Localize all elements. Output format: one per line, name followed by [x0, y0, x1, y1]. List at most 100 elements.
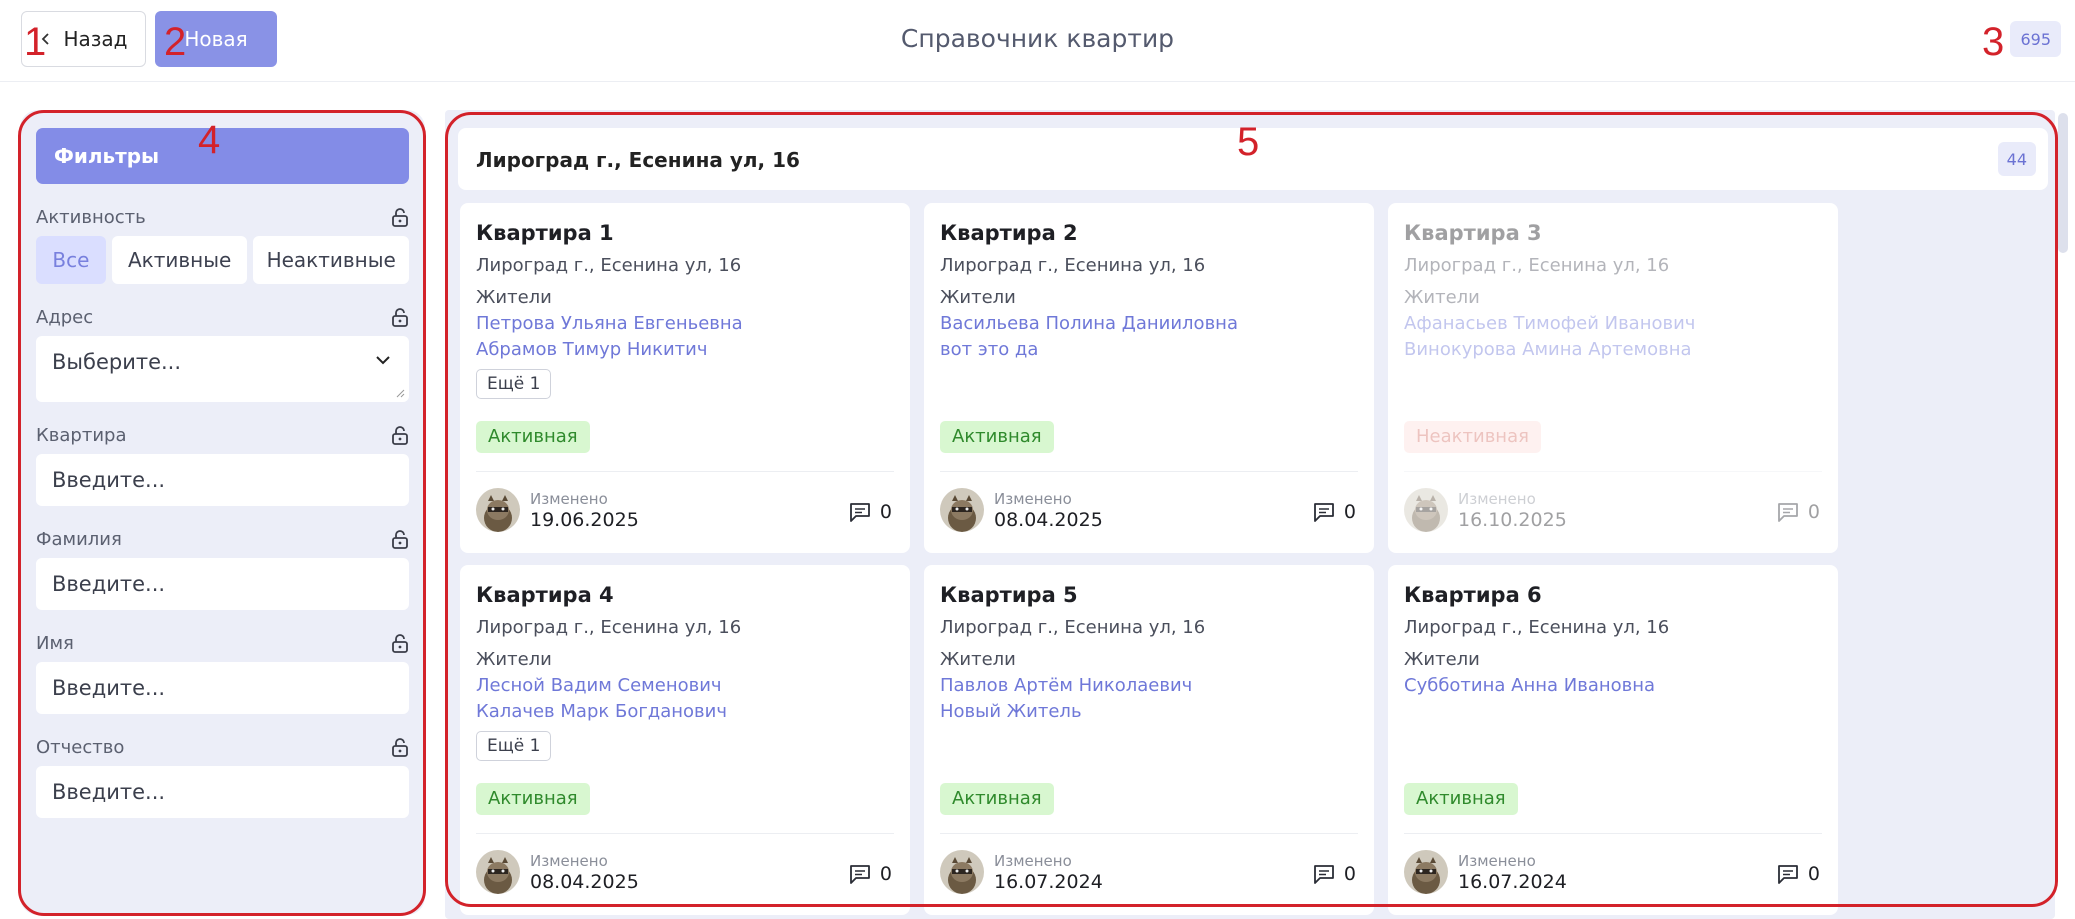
raccoon-avatar-icon	[476, 850, 520, 894]
activity-option-all[interactable]: Все	[36, 236, 106, 284]
name-label-row: Имя	[36, 632, 409, 654]
avatar	[476, 850, 520, 894]
lock-open-icon[interactable]	[391, 207, 409, 227]
card-divider	[476, 471, 894, 472]
comments-counter[interactable]: 0	[1312, 863, 1356, 885]
resident-link[interactable]: вот это да	[940, 337, 1358, 363]
lock-open-icon[interactable]	[391, 425, 409, 445]
resident-link[interactable]: Новый Житель	[940, 699, 1358, 725]
name-input[interactable]: Введите...	[36, 662, 409, 714]
resident-link[interactable]: Винокурова Амина Артемовна	[1404, 337, 1822, 363]
card-address: Лироград г., Есенина ул, 16	[476, 617, 742, 638]
comment-icon	[850, 503, 870, 522]
card-address: Лироград г., Есенина ул, 16	[476, 255, 742, 276]
chevron-down-icon	[376, 356, 390, 365]
modified-label: Изменено	[994, 490, 1072, 508]
card-divider	[940, 833, 1358, 834]
card-title: Квартира 6	[1404, 583, 1542, 607]
modified-label: Изменено	[530, 490, 608, 508]
lock-open-icon[interactable]	[391, 307, 409, 327]
card-title: Квартира 5	[940, 583, 1078, 607]
resident-link[interactable]: Абрамов Тимур Никитич	[476, 337, 894, 363]
comments-count: 0	[1343, 863, 1356, 885]
activity-label-row: Активность	[36, 206, 409, 228]
comment-icon	[1778, 503, 1798, 522]
annotation-marker-2: 2	[164, 20, 187, 64]
resident-link[interactable]: Калачев Марк Богданович	[476, 699, 894, 725]
apartment-label-row: Квартира	[36, 424, 409, 446]
modified-label: Изменено	[1458, 490, 1536, 508]
status-badge: Активная	[940, 783, 1054, 815]
comment-icon	[1314, 503, 1334, 522]
apartment-card[interactable]: Квартира 3 Лироград г., Есенина ул, 16 Ж…	[1388, 203, 1838, 553]
card-content: Квартира 3 Лироград г., Есенина ул, 16 Ж…	[1404, 221, 1822, 532]
apartment-card[interactable]: Квартира 5 Лироград г., Есенина ул, 16 Ж…	[924, 565, 1374, 915]
lock-open-icon[interactable]	[391, 737, 409, 757]
top-bar: Назад Новая Справочник квартир 695	[0, 0, 2075, 82]
lock-open-icon[interactable]	[391, 633, 409, 653]
address-select[interactable]: Выберите...	[36, 336, 409, 402]
resident-link[interactable]: Афанасьев Тимофей Иванович	[1404, 311, 1822, 337]
card-address: Лироград г., Есенина ул, 16	[940, 617, 1206, 638]
card-title: Квартира 1	[476, 221, 614, 245]
resident-link[interactable]: Лесной Вадим Семенович	[476, 673, 894, 699]
more-residents-button[interactable]: Ещё 1	[476, 369, 552, 399]
residents-label: Жители	[940, 287, 1016, 308]
comment-icon	[1778, 865, 1798, 884]
modified-date: 16.07.2024	[994, 871, 1103, 893]
raccoon-avatar-icon	[940, 488, 984, 532]
avatar	[940, 850, 984, 894]
resident-link[interactable]: Субботина Анна Ивановна	[1404, 673, 1822, 699]
card-content: Квартира 5 Лироград г., Есенина ул, 16 Ж…	[940, 583, 1358, 894]
card-content: Квартира 4 Лироград г., Есенина ул, 16 Ж…	[476, 583, 894, 894]
comments-count: 0	[1807, 501, 1820, 523]
patronymic-input[interactable]: Введите...	[36, 766, 409, 818]
group-count-badge: 44	[1997, 142, 2036, 176]
resident-link[interactable]: Васильева Полина Данииловна	[940, 311, 1358, 337]
resident-link[interactable]: Павлов Артём Николаевич	[940, 673, 1358, 699]
page-title: Справочник квартир	[900, 24, 1175, 53]
card-divider	[940, 471, 1358, 472]
comments-counter[interactable]: 0	[848, 501, 892, 523]
annotation-marker-5: 5	[1237, 120, 1260, 164]
apartment-card[interactable]: Квартира 1 Лироград г., Есенина ул, 16 Ж…	[460, 203, 910, 553]
resize-grip-icon[interactable]	[396, 389, 405, 398]
activity-option-inactive[interactable]: Неактивные	[253, 236, 409, 284]
apartment-input[interactable]: Введите...	[36, 454, 409, 506]
card-title: Квартира 2	[940, 221, 1078, 245]
list-scrollbar[interactable]	[2058, 113, 2068, 253]
card-content: Квартира 2 Лироград г., Есенина ул, 16 Ж…	[940, 221, 1358, 532]
comments-counter[interactable]: 0	[1776, 863, 1820, 885]
card-address: Лироград г., Есенина ул, 16	[1404, 255, 1670, 276]
modified-label: Изменено	[994, 852, 1072, 870]
resident-link[interactable]: Петрова Ульяна Евгеньевна	[476, 311, 894, 337]
residents-label: Жители	[1404, 649, 1480, 670]
activity-option-active[interactable]: Активные	[111, 236, 248, 284]
modified-date: 16.07.2024	[1458, 871, 1567, 893]
comments-count: 0	[879, 501, 892, 523]
avatar	[476, 488, 520, 532]
apartment-card[interactable]: Квартира 2 Лироград г., Есенина ул, 16 Ж…	[924, 203, 1374, 553]
avatar	[1404, 850, 1448, 894]
surname-input[interactable]: Введите...	[36, 558, 409, 610]
card-address: Лироград г., Есенина ул, 16	[940, 255, 1206, 276]
apartment-card[interactable]: Квартира 4 Лироград г., Есенина ул, 16 Ж…	[460, 565, 910, 915]
more-residents-button[interactable]: Ещё 1	[476, 731, 552, 761]
comments-counter[interactable]: 0	[848, 863, 892, 885]
modified-date: 16.10.2025	[1458, 509, 1567, 531]
avatar	[940, 488, 984, 532]
card-divider	[476, 833, 894, 834]
comments-counter[interactable]: 0	[1312, 501, 1356, 523]
apartment-card[interactable]: Квартира 6 Лироград г., Есенина ул, 16 Ж…	[1388, 565, 1838, 915]
comments-counter[interactable]: 0	[1776, 501, 1820, 523]
lock-open-icon[interactable]	[391, 529, 409, 549]
group-title: Лироград г., Есенина ул, 16	[476, 148, 800, 172]
modified-date: 08.04.2025	[994, 509, 1103, 531]
status-badge: Активная	[940, 421, 1054, 453]
address-label-row: Адрес	[36, 306, 409, 328]
raccoon-avatar-icon	[1404, 488, 1448, 532]
activity-segmented-control: Все Активные Неактивные	[36, 236, 409, 284]
residents-label: Жители	[1404, 287, 1480, 308]
card-title: Квартира 4	[476, 583, 614, 607]
annotation-marker-3: 3	[1982, 20, 2005, 64]
